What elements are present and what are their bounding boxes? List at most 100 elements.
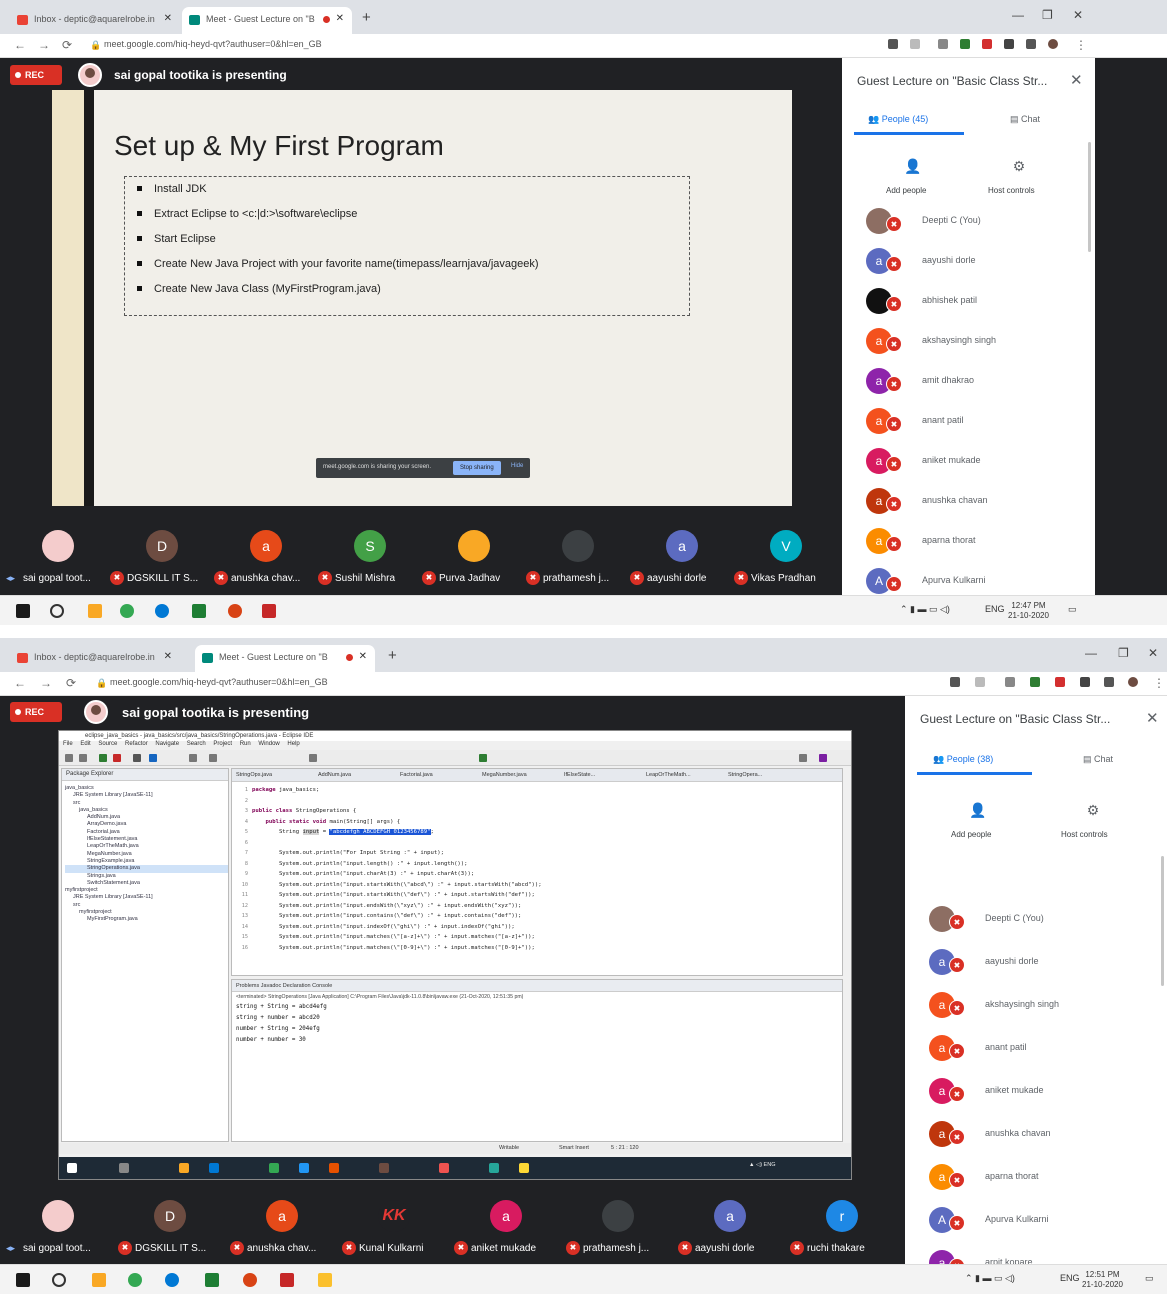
add-people-button[interactable]: Add people (886, 186, 926, 195)
participant-tile[interactable]: KK ✖ Kunal Kulkarni (342, 1196, 446, 1266)
tree-item[interactable]: java_basics (65, 785, 228, 792)
edge-icon[interactable] (155, 604, 169, 618)
extension-icon[interactable] (1004, 39, 1014, 49)
toolbar-icon[interactable] (309, 754, 317, 762)
host-controls-button[interactable]: Host controls (988, 186, 1035, 195)
people-list-item[interactable]: a ✖ aniket mukade (929, 1078, 1149, 1116)
file-explorer-icon[interactable] (88, 604, 102, 618)
extension-icon[interactable] (938, 39, 948, 49)
people-list-item[interactable]: a ✖ aayushi dorle (866, 248, 1086, 286)
tab-chat[interactable]: ▤ Chat (1083, 754, 1113, 765)
kebab-menu-icon[interactable]: ⋮ (1075, 38, 1087, 52)
editor-tab[interactable]: MegaNumber.java (482, 772, 527, 778)
minimize-icon[interactable]: — (1085, 646, 1097, 660)
add-person-icon[interactable]: 👤 (898, 158, 928, 175)
file-explorer-icon[interactable] (92, 1273, 106, 1287)
participant-tile[interactable]: ◂▸ sai gopal toot... (6, 1196, 110, 1266)
close-window-icon[interactable]: ✕ (1073, 8, 1083, 22)
tab-people[interactable]: 👥 People (38) (933, 754, 993, 765)
console-tabs[interactable]: Problems Javadoc Declaration Console (232, 980, 842, 992)
forward-icon[interactable]: → (38, 38, 50, 52)
editor-tab[interactable]: StringOpera... (728, 772, 762, 778)
search-icon[interactable] (50, 604, 64, 618)
tree-item[interactable]: MegaNumber.java (65, 851, 228, 858)
app-icon[interactable] (243, 1273, 257, 1287)
clock[interactable]: 12:47 PM 21-10-2020 (1008, 601, 1049, 621)
tree-item[interactable]: SwitchStatement.java (65, 880, 228, 887)
participant-tile[interactable]: V ✖ Vikas Pradhan (734, 526, 838, 596)
tab-people[interactable]: 👥 People (45) (868, 114, 928, 125)
new-tab-button[interactable]: + (362, 9, 371, 26)
host-controls-icon[interactable]: ⚙ (1004, 158, 1034, 175)
clock[interactable]: 12:51 PM 21-10-2020 (1082, 1270, 1123, 1290)
windows-start-icon[interactable] (16, 1273, 30, 1287)
people-list-item[interactable]: a ✖ anant patil (866, 408, 1086, 446)
language-indicator[interactable]: ENG (1060, 1273, 1080, 1283)
checkmark-icon[interactable] (1030, 677, 1040, 687)
people-list-item[interactable]: a ✖ anushka chavan (929, 1121, 1149, 1159)
close-panel-icon[interactable]: ✕ (1146, 709, 1159, 727)
stop-sharing-button[interactable]: Stop sharing (453, 461, 501, 475)
chrome-icon[interactable] (128, 1273, 142, 1287)
tree-item[interactable]: JRE System Library [JavaSE-11] (65, 894, 228, 901)
close-tab-icon[interactable]: ✕ (359, 651, 367, 662)
people-list-item[interactable]: a ✖ aniket mukade (866, 448, 1086, 486)
excel-icon[interactable] (205, 1273, 219, 1287)
tree-item[interactable]: myfirstproject (65, 909, 228, 916)
forward-icon[interactable]: → (40, 676, 52, 690)
tray-icons[interactable]: ⌃ ▮ ▬ ▭ ◁) (965, 1273, 1015, 1284)
puzzle-icon[interactable] (1104, 677, 1114, 687)
editor-tab[interactable]: Factorial.java (400, 772, 433, 778)
notification-icon[interactable]: ▭ (1145, 1273, 1154, 1284)
extension-icon[interactable] (1005, 677, 1015, 687)
acrobat-icon[interactable] (262, 604, 276, 618)
add-people-button[interactable]: Add people (951, 830, 991, 839)
host-controls-icon[interactable]: ⚙ (1078, 802, 1108, 819)
people-list-item[interactable]: ✖ Deepti C (You) (929, 906, 1149, 944)
tray-icons[interactable]: ⌃ ▮ ▬ ▭ ◁) (900, 604, 950, 615)
people-list-item[interactable]: a ✖ anushka chavan (866, 488, 1086, 526)
notification-icon[interactable]: ▭ (1068, 604, 1077, 615)
maximize-icon[interactable]: ❐ (1042, 8, 1053, 22)
toolbar-icon[interactable] (149, 754, 157, 762)
participant-tile[interactable]: a ✖ aayushi dorle (678, 1196, 782, 1266)
puzzle-icon[interactable] (1026, 39, 1036, 49)
close-tab-icon[interactable]: ✕ (164, 651, 172, 662)
new-tab-button[interactable]: + (388, 647, 397, 664)
toolbar-icon[interactable] (479, 754, 487, 762)
participant-tile[interactable]: a ✖ anushka chav... (214, 526, 318, 596)
windows-start-icon[interactable] (16, 604, 30, 618)
people-list-item[interactable]: a ✖ aayushi dorle (929, 949, 1149, 987)
back-icon[interactable]: ← (14, 676, 26, 690)
host-controls-button[interactable]: Host controls (1061, 830, 1108, 839)
close-panel-icon[interactable]: ✕ (1070, 71, 1083, 89)
reload-icon[interactable]: ⟳ (62, 38, 72, 52)
excel-icon[interactable] (192, 604, 206, 618)
url-input[interactable]: meet.google.com/hiq-heyd-qvt?authuser=0&… (104, 39, 322, 49)
minimize-icon[interactable]: — (1012, 8, 1024, 22)
tab-meet[interactable]: Meet - Guest Lecture on "B ✕ (195, 645, 375, 672)
participant-tile[interactable]: a ✖ aniket mukade (454, 1196, 558, 1266)
chrome-icon[interactable] (120, 604, 134, 618)
editor-tab[interactable]: StringOps.java (236, 772, 272, 778)
people-list-item[interactable]: a ✖ aparna thorat (866, 528, 1086, 566)
tree-item[interactable]: StringExample.java (65, 858, 228, 865)
people-list-item[interactable]: A ✖ Apurva Kulkarni (929, 1207, 1149, 1245)
close-window-icon[interactable]: ✕ (1148, 646, 1158, 660)
people-list-item[interactable]: ✖ Deepti C (You) (866, 208, 1086, 246)
star-icon[interactable] (910, 39, 920, 49)
participant-tile[interactable]: ◂▸ sai gopal toot... (6, 526, 110, 596)
profile-avatar[interactable] (1128, 677, 1138, 687)
tree-item[interactable]: StringOperations.java (65, 865, 228, 873)
participant-tile[interactable]: a ✖ anushka chav... (230, 1196, 334, 1266)
editor-tab[interactable]: AddNum.java (318, 772, 351, 778)
star-icon[interactable] (975, 677, 985, 687)
kebab-menu-icon[interactable]: ⋮ (1153, 676, 1165, 690)
participant-tile[interactable]: r ✖ ruchi thakare (790, 1196, 894, 1266)
tab-gmail[interactable]: Inbox - deptic@aquarelrobe.in ✕ (10, 7, 180, 34)
tree-item[interactable]: src (65, 800, 228, 807)
participant-tile[interactable]: ✖ prathamesh j... (526, 526, 630, 596)
extension-red-icon[interactable] (1055, 677, 1065, 687)
tree-item[interactable]: src (65, 902, 228, 909)
tab-gmail[interactable]: Inbox - deptic@aquarelrobe.in ✕ (10, 645, 180, 672)
